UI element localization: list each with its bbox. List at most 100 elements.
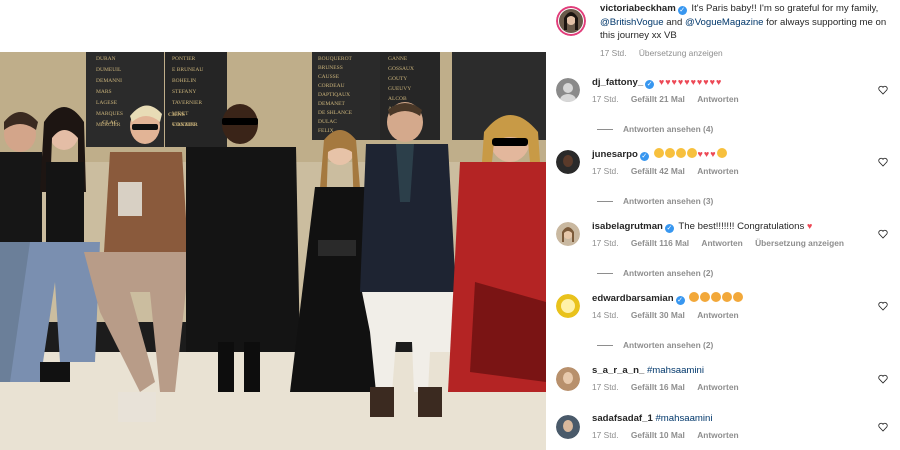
mention-voguemagazine[interactable]: @VogueMagazine [685,17,764,28]
comment-reply-button[interactable]: Antworten [697,166,738,176]
comment-time: 17 Std. [592,166,619,176]
comment-likes[interactable]: Gefällt 16 Mal [631,382,685,392]
replies-divider [597,345,613,347]
comment-likes[interactable]: Gefällt 42 Mal [631,166,685,176]
comment-reply-button[interactable]: Antworten [697,430,738,440]
hashtag-link[interactable]: #mahsaamini [655,413,712,424]
commenter-username[interactable]: isabelagrutman [592,221,663,232]
raised-hands-emoji-icon [716,148,727,158]
like-heart-icon[interactable] [878,374,888,384]
commenter-username[interactable]: dj_fattony_ [592,77,643,88]
heart-emoji-row: ♥♥♥♥♥♥♥♥♥♥ [658,77,723,87]
commenter-avatar[interactable] [556,78,580,102]
commenter-avatar[interactable] [556,367,580,391]
clap-emoji-icon [686,148,697,158]
commenter-avatar[interactable] [556,415,580,439]
commenter-avatar[interactable] [556,294,580,318]
commenter-username[interactable]: junesarpo [592,149,638,160]
verified-badge-icon: ✓ [639,152,649,161]
view-replies-link[interactable]: Antworten ansehen (3) [597,196,713,206]
caption-and: and [663,16,685,28]
plaque-text: TAVERNIER [172,100,202,106]
comments-panel: victoriabeckham ✓ It's Paris baby!! I'm s… [546,0,900,450]
comment-body: junesarpo ✓ ♥♥♥ 17 Std. Gefällt 42 Mal An… [592,148,892,177]
plaque-text: DEMANET [318,101,346,107]
comment-meta: 14 Std. Gefällt 30 Mal Antworten [592,309,892,321]
commenter-avatar[interactable] [556,150,580,174]
plaque-text: BRUNESS [318,65,343,71]
comment-likes[interactable]: Gefällt 116 Mal [631,238,689,248]
plaque-text: GANNE [388,56,408,62]
mention-britishvogue[interactable]: @BritishVogue [600,17,664,28]
comment-likes[interactable]: Gefällt 30 Mal [631,310,685,320]
comment-meta: 17 Std. Gefällt 42 Mal Antworten [592,165,892,177]
star-eyes-emoji-icon [711,292,722,302]
post-caption: victoriabeckham ✓ It's Paris baby!! I'm s… [554,2,892,60]
post-photo[interactable]: DURAN DUMEUIL DEMANNI MARS LAGESE MARQUES MERC… [0,52,546,450]
star-eyes-emojis [689,292,744,304]
comment-reply-button[interactable]: Antworten [701,238,742,248]
comment-meta: 17 Std. Gefällt 21 Mal Antworten [592,93,892,105]
plaque-text: PONTIER [172,56,196,62]
hashtag-link[interactable]: #mahsaamini [647,365,704,376]
plaque-text: BOHELIN [172,78,196,84]
verified-badge-icon: ✓ [677,6,687,15]
comment-item: s_a_r_a_n_ #mahsaamini 17 Std. Gefällt 1… [556,365,892,393]
replies-divider [597,273,613,275]
like-heart-icon[interactable] [878,85,888,95]
comment-reply-button[interactable]: Antworten [697,94,738,104]
comment-likes[interactable]: Gefällt 21 Mal [631,94,685,104]
replies-divider [597,201,613,203]
caption-text: victoriabeckham ✓ It's Paris baby!! I'm s… [600,2,892,60]
like-heart-icon[interactable] [878,422,888,432]
author-avatar[interactable] [556,6,586,36]
heart-emoji-row: ♥♥♥ [697,149,717,159]
comment-item: junesarpo ✓ ♥♥♥ 17 Std. Gefällt 42 Mal An… [556,148,892,177]
view-replies-label[interactable]: Antworten ansehen (3) [623,196,713,206]
plaque-sign-text: CLAC [102,120,118,126]
view-replies-label[interactable]: Antworten ansehen (2) [623,268,713,278]
plaque-text: STEFANY [172,89,196,95]
caption-translate-button[interactable]: Übersetzung anzeigen [639,48,723,58]
commenter-username[interactable]: s_a_r_a_n_ [592,365,644,376]
comment-reply-button[interactable]: Antworten [697,310,738,320]
star-eyes-emoji-icon [733,292,744,302]
view-replies-label[interactable]: Antworten ansehen (4) [623,124,713,134]
comment-body: isabelagrutman ✓ The best!!!!!!! Congratu… [592,220,892,249]
heart-emoji-row: ♥ [806,221,814,231]
clap-emojis [653,148,698,160]
comment-body: edwardbarsamian ✓ 14 Std. Gefällt 30 Mal … [592,292,892,321]
comment-time: 17 Std. [592,382,619,392]
plaque-text: DURAN [96,56,116,62]
plaque-text: DUMEUIL [96,67,122,73]
plaque-text: GOSSAUX [388,66,414,72]
comment-reply-button[interactable]: Antworten [697,382,738,392]
comment-meta: 17 Std. Gefällt 116 Mal Antworten Überse… [592,237,892,249]
plaque-text: GUEUVY [388,86,411,92]
clap-emoji-icon [653,148,664,158]
comment-meta: 17 Std. Gefällt 16 Mal Antworten [592,381,892,393]
plaque-text: DULAC [318,119,337,125]
like-heart-icon[interactable] [878,301,888,311]
comment-likes[interactable]: Gefällt 10 Mal [631,430,685,440]
view-replies-link[interactable]: Antworten ansehen (2) [597,340,713,350]
author-username[interactable]: victoriabeckham [600,3,676,14]
commenter-avatar[interactable] [556,222,580,246]
view-replies-label[interactable]: Antworten ansehen (2) [623,340,713,350]
caption-intro: It's Paris baby!! I'm so grateful for my… [691,3,879,14]
comment-time: 17 Std. [592,238,619,248]
view-replies-link[interactable]: Antworten ansehen (2) [597,268,713,278]
plaque-text: DEMANNI [96,78,122,84]
commenter-username[interactable]: sadafsadaf_1 [592,413,653,424]
plaque-text: GOUTY [388,76,407,82]
comment-translate-button[interactable]: Übersetzung anzeigen [755,238,844,248]
comment-body: sadafsadaf_1 #mahsaamini 17 Std. Gefällt… [592,413,892,441]
commenter-username[interactable]: edwardbarsamian [592,293,674,304]
view-replies-link[interactable]: Antworten ansehen (4) [597,124,713,134]
plaque-text: DAPTIQAUX [318,92,350,98]
comment-body: s_a_r_a_n_ #mahsaamini 17 Std. Gefällt 1… [592,365,892,393]
like-heart-icon[interactable] [878,157,888,167]
star-eyes-emoji-icon [689,292,700,302]
verified-badge-icon: ✓ [645,80,655,89]
like-heart-icon[interactable] [878,229,888,239]
